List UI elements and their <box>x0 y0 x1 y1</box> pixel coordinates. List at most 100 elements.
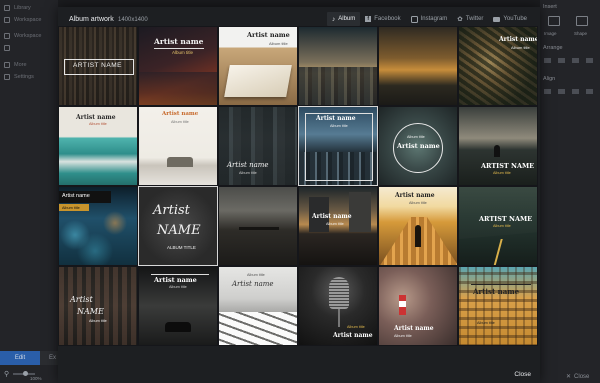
template-grid: ARTIST NAME Artist name Album title Arti… <box>58 26 540 346</box>
artist-name-text-line-2: NAME <box>77 307 104 316</box>
template-thumbnail[interactable]: Artist name Album title <box>58 106 138 186</box>
arrange-tool-4[interactable] <box>586 58 593 63</box>
template-thumbnail[interactable]: Artist name Album title <box>298 186 378 266</box>
template-thumbnail[interactable]: Artist name Album title <box>218 26 298 106</box>
album-title-text: Album title <box>493 224 511 228</box>
align-tool-4[interactable] <box>586 89 593 94</box>
artist-name-text: Artist name <box>312 213 352 220</box>
template-thumbnail[interactable]: ARTIST NAME Album title <box>458 186 538 266</box>
sidebar-item-settings[interactable]: Settings <box>4 74 34 80</box>
sidebar-item-library[interactable]: Library <box>4 5 31 11</box>
album-title-text: Album title <box>239 171 257 175</box>
template-thumbnail[interactable]: Artist name Album title <box>378 266 458 346</box>
template-thumbnail[interactable]: ARTIST NAME Album title <box>458 106 538 186</box>
zoom-slider-knob[interactable] <box>23 371 29 376</box>
artist-name-text: Artist name <box>154 276 197 284</box>
shape-icon[interactable] <box>576 16 588 26</box>
template-thumbnail[interactable]: Album title Artist name <box>378 106 458 186</box>
album-title-text: Album title <box>407 135 425 139</box>
artist-name-text: Artist <box>70 295 93 304</box>
tab-youtube[interactable]: YouTube <box>488 12 532 26</box>
template-thumbnail[interactable]: Artist name Album title <box>138 266 218 346</box>
image-icon[interactable] <box>548 16 560 26</box>
template-thumbnail[interactable]: Artist name Album title <box>138 106 218 186</box>
sidebar-item-device[interactable] <box>4 45 10 51</box>
arrange-tool-1[interactable] <box>544 58 551 63</box>
insert-heading: Insert <box>543 4 557 10</box>
tab-facebook[interactable]: f Facebook <box>360 12 405 26</box>
image-label: Image <box>544 31 557 36</box>
album-title-text: Album title <box>347 325 365 329</box>
album-title-text: Album title <box>171 120 189 124</box>
template-thumbnail[interactable]: Artist name Album title <box>138 26 218 106</box>
album-title-text: Album title <box>269 41 288 46</box>
align-tool-3[interactable] <box>572 89 579 94</box>
template-thumbnail[interactable]: Artist name Album title <box>298 106 378 186</box>
template-thumbnail[interactable]: Artist name Album title <box>218 266 298 346</box>
artist-name-text: Artist name <box>232 280 274 288</box>
album-title-text: Album title <box>89 319 107 323</box>
album-title-text: Album title <box>409 201 427 205</box>
artist-name-text: Artist name <box>76 114 116 121</box>
zoom-slider[interactable] <box>13 371 36 376</box>
template-thumbnail[interactable]: Artist name Album title <box>458 26 538 106</box>
template-thumbnail[interactable] <box>298 26 378 106</box>
youtube-icon <box>493 16 501 22</box>
template-thumbnail[interactable]: Album title Artist name <box>298 266 378 346</box>
left-sidebar: Library Workspace Workspace More Setting… <box>0 0 58 383</box>
monitor-icon <box>4 45 10 51</box>
sidebar-item-workspace-2[interactable]: Workspace <box>4 33 41 39</box>
artist-name-text: Artist name <box>227 161 269 169</box>
search-icon[interactable]: ⚲ <box>4 370 9 378</box>
template-thumbnail[interactable]: Artist name Album title <box>458 266 538 346</box>
artist-name-text: Artist name <box>473 287 520 296</box>
dialog-title: Album artwork <box>69 16 114 23</box>
album-title-text: Album title <box>89 122 107 126</box>
shape-label: Shape <box>574 31 588 36</box>
right-panel: Insert Image Shape Arrange Align <box>540 0 600 383</box>
template-thumbnail[interactable]: Artist NAME Album title <box>58 266 138 346</box>
library-icon <box>4 5 10 11</box>
album-title-text: Album title <box>247 273 265 277</box>
tab-album[interactable]: ♪ Album <box>326 12 361 26</box>
dialog-size: 1400x1400 <box>118 16 148 23</box>
artist-name-text: ARTIST NAME <box>481 162 535 170</box>
sidebar-item-more[interactable]: More <box>4 62 27 68</box>
export-button[interactable]: Ex <box>40 351 58 365</box>
twitter-icon: ✿ <box>457 16 463 23</box>
album-title-text: Album title <box>493 171 511 175</box>
album-title-text: Album title <box>330 124 348 128</box>
artist-name-text: Artist name <box>162 111 199 117</box>
template-thumbnail[interactable] <box>378 26 458 106</box>
tab-instagram[interactable]: Instagram <box>406 12 453 26</box>
edit-button[interactable]: Edit <box>0 351 40 365</box>
template-thumbnail[interactable]: Artist NAME ALBUM TITLE <box>138 186 218 266</box>
template-thumbnail[interactable]: Artist name Album title <box>218 106 298 186</box>
panel-close-button[interactable]: ✕ Close <box>566 373 589 381</box>
sidebar-item-workspace[interactable]: Workspace <box>4 17 41 23</box>
arrange-tool-3[interactable] <box>572 58 579 63</box>
instagram-icon <box>410 15 418 23</box>
dialog-close-button[interactable]: Close <box>514 371 531 378</box>
artist-name-text: Artist <box>153 203 190 218</box>
template-thumbnail[interactable]: Artist name Album title <box>378 186 458 266</box>
artist-name-text: ARTIST NAME <box>479 215 533 223</box>
facebook-icon: f <box>365 16 372 22</box>
artist-name-text: Artist name <box>316 115 356 122</box>
artist-name-text: Artist name <box>333 332 373 339</box>
folder-icon <box>4 17 10 23</box>
align-tool-2[interactable] <box>558 89 565 94</box>
artist-name-text: Artist name <box>395 192 435 199</box>
template-thumbnail[interactable] <box>218 186 298 266</box>
album-title-text: Album title <box>62 205 80 210</box>
arrange-tool-2[interactable] <box>558 58 565 63</box>
close-icon: ✕ <box>566 374 572 380</box>
template-thumbnail[interactable]: Artist name Album title <box>58 186 138 266</box>
format-tabs: ♪ Album f Facebook Instagram ✿ Twitter Y… <box>326 11 532 27</box>
arrange-heading: Arrange <box>543 45 563 51</box>
album-title-text: Album title <box>172 50 194 55</box>
tab-twitter[interactable]: ✿ Twitter <box>452 12 488 26</box>
album-title-text: Album title <box>511 45 530 50</box>
template-thumbnail[interactable]: ARTIST NAME <box>58 26 138 106</box>
align-tool-1[interactable] <box>544 89 551 94</box>
